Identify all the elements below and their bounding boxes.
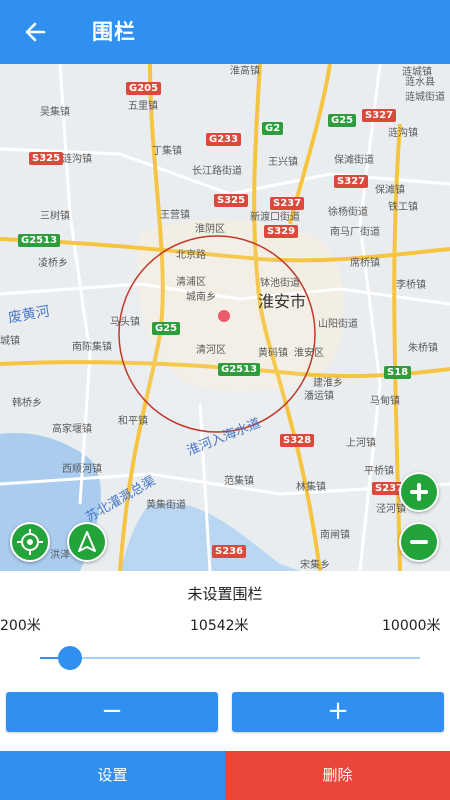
place-label: 三树镇 [40, 211, 70, 222]
place-label: 韩桥乡 [12, 398, 42, 409]
place-label: 吴集镇 [40, 107, 70, 118]
locate-icon [17, 529, 43, 555]
increase-radius-button[interactable]: + [232, 692, 444, 732]
place-label: 城南乡 [186, 292, 216, 303]
place-label: 马甸镇 [370, 396, 400, 407]
current-radius-label: 10542米 [190, 618, 249, 634]
road-shield: G25 [328, 114, 357, 127]
arrow-left-icon[interactable] [22, 18, 50, 46]
road-shield: S236 [212, 545, 247, 558]
delete-fence-button[interactable]: 删除 [225, 751, 450, 800]
set-fence-button[interactable]: 设置 [0, 751, 225, 800]
road-shield: S327 [362, 109, 397, 122]
place-label: 凌桥乡 [38, 258, 68, 269]
app-header: 围栏 [0, 0, 450, 64]
place-label: 高家堰镇 [52, 424, 92, 435]
place-label: 黄码镇 [258, 348, 288, 359]
place-label: 南马厂街道 [330, 227, 380, 238]
road-shield: G233 [206, 133, 242, 146]
page-title: 围栏 [92, 20, 136, 44]
place-label: 徐杨街道 [328, 207, 368, 218]
zoom-out-button[interactable] [399, 522, 439, 562]
place-label: 清浦区 [176, 277, 206, 288]
place-label: 清河区 [196, 345, 226, 356]
navigate-button[interactable] [67, 522, 107, 562]
place-label: 黄集街道 [146, 500, 186, 511]
minus-icon [410, 540, 428, 544]
place-label: 铁工镇 [388, 202, 418, 213]
road-shield: S328 [280, 434, 315, 447]
road-shield: G2 [262, 122, 284, 135]
road-shield: G2513 [218, 363, 261, 376]
place-label: 洪泽 [50, 550, 70, 561]
place-label: 朱桥镇 [408, 343, 438, 354]
place-label: 潘运镇 [304, 391, 334, 402]
location-dot [218, 310, 230, 322]
place-label: 和平镇 [118, 416, 148, 427]
place-label: 涟城镇 [402, 67, 432, 78]
place-label: 西顺河镇 [62, 464, 102, 475]
place-label: 淮高镇 [230, 66, 260, 77]
place-label: 新渡口街道 [250, 212, 300, 223]
map-view[interactable]: 淮安市 废黄河 苏北灌溉总渠 淮河入海水道 淮高镇 涟水县 涟城街道 吴集镇 五… [0, 64, 450, 571]
place-label: 建淮乡 [313, 378, 343, 389]
place-label: 泾河镇 [376, 504, 406, 515]
fence-status: 未设置围栏 [187, 585, 263, 603]
place-label: 林集镇 [296, 482, 326, 493]
plus-icon-vertical [417, 483, 421, 501]
locate-button[interactable] [10, 522, 50, 562]
place-label: 涟城街道 [405, 92, 445, 103]
place-label: 王营镇 [160, 210, 190, 221]
place-label: 五里镇 [128, 101, 158, 112]
place-label: 淮安区 [294, 348, 324, 359]
place-label: 长江路街道 [192, 166, 242, 177]
place-label: 马头镇 [110, 317, 140, 328]
zoom-in-button[interactable] [399, 472, 439, 512]
place-label: 淮阴区 [195, 224, 225, 235]
place-label: 上河镇 [346, 438, 376, 449]
place-label: 山阳街道 [318, 319, 358, 330]
place-label: 保滩街道 [334, 155, 374, 166]
place-label: 涟沟镇 [62, 154, 92, 165]
radius-slider-track[interactable] [40, 657, 420, 659]
place-label: 北京路 [176, 250, 206, 261]
decrease-radius-button[interactable]: − [6, 692, 218, 732]
place-label: 保滩镇 [375, 185, 405, 196]
city-label: 淮安市 [258, 292, 307, 311]
road-shield: S18 [384, 366, 412, 379]
place-label: 李桥镇 [396, 280, 426, 291]
road-shield: S329 [264, 225, 299, 238]
place-label: 王兴镇 [268, 157, 298, 168]
fence-circle [118, 235, 316, 433]
road-shield: S327 [334, 175, 369, 188]
place-label: 钵池街道 [260, 278, 300, 289]
place-label: 涟沟镇 [388, 128, 418, 139]
radius-slider-thumb[interactable] [58, 646, 83, 670]
road-shield: G2513 [18, 234, 61, 247]
road-shield: S237 [270, 197, 305, 210]
place-label: 南闸镇 [320, 530, 350, 541]
place-label: 席桥镇 [350, 258, 380, 269]
road-shield: G25 [152, 322, 181, 335]
place-label: 城镇 [0, 336, 20, 347]
place-label: 南陈集镇 [72, 342, 112, 353]
place-label: 宋集乡 [300, 560, 330, 571]
place-label: 丁集镇 [152, 146, 182, 157]
max-radius-label: 10000米 [382, 618, 441, 634]
min-radius-label: 200米 [0, 618, 41, 634]
road-shield: S325 [214, 194, 249, 207]
road-shield: G205 [126, 82, 162, 95]
place-label: 平桥镇 [364, 466, 394, 477]
place-label: 范集镇 [224, 476, 254, 487]
road-shield: S325 [29, 152, 64, 165]
navigate-icon [78, 531, 96, 552]
